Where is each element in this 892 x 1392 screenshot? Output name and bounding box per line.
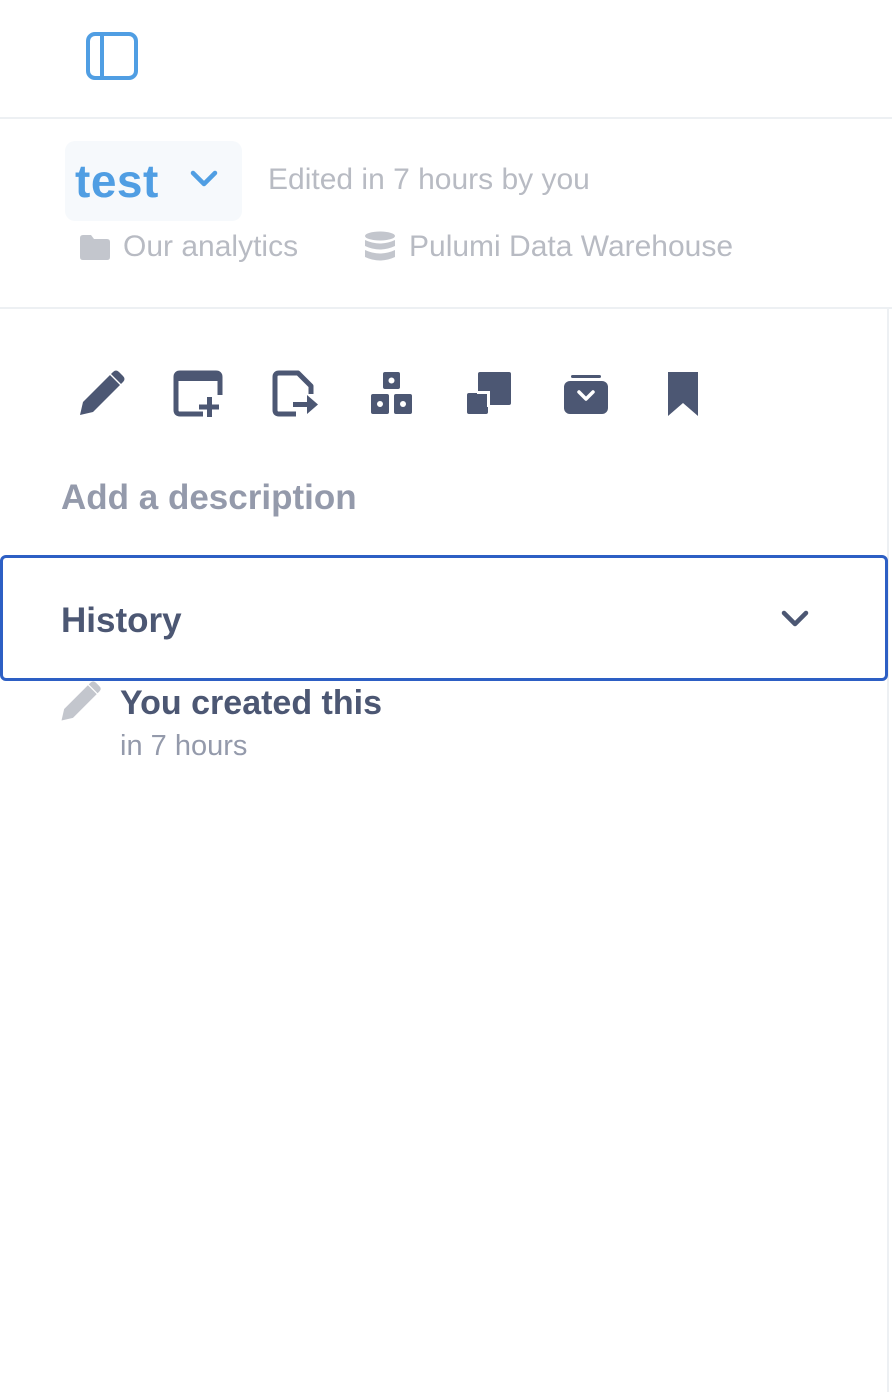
- database-name: Pulumi Data Warehouse: [409, 230, 734, 263]
- archive-button[interactable]: [545, 362, 642, 426]
- chevron-down-icon: [190, 170, 218, 187]
- pencil-icon: [80, 370, 125, 415]
- add-to-dashboard-button[interactable]: [157, 362, 254, 426]
- history-event: You created this in 7 hours: [58, 680, 858, 770]
- description-field[interactable]: Add a description: [61, 478, 357, 518]
- duplicate-button[interactable]: [448, 362, 545, 426]
- folder-icon: [80, 235, 110, 260]
- sidebar-toggle-button[interactable]: [84, 30, 140, 82]
- edit-button[interactable]: [60, 362, 157, 426]
- sidebar-panel-icon: [86, 32, 138, 80]
- question-title-button[interactable]: test: [65, 141, 242, 221]
- history-event-title: You created this: [120, 684, 382, 722]
- move-button[interactable]: [254, 362, 351, 426]
- top-bar: [0, 0, 892, 119]
- question-header: test Edited in 7 hours by you Our analyt…: [0, 119, 892, 309]
- divider: [887, 309, 889, 1392]
- turn-into-model-button[interactable]: [351, 362, 448, 426]
- history-event-time: in 7 hours: [120, 730, 248, 762]
- bookmark-button[interactable]: [642, 362, 739, 426]
- bookmark-icon: [668, 372, 698, 416]
- add-to-dashboard-icon: [173, 370, 223, 417]
- database-icon: [365, 231, 395, 261]
- move-icon: [272, 370, 318, 417]
- collection-name: Our analytics: [123, 230, 299, 263]
- duplicate-icon: [467, 372, 511, 414]
- archive-icon: [564, 375, 608, 414]
- add-to-model-icon: [371, 372, 412, 414]
- question-title: test: [75, 155, 159, 207]
- history-section-toggle[interactable]: History: [0, 555, 888, 681]
- database-link[interactable]: Pulumi Data Warehouse: [363, 230, 733, 264]
- pencil-icon: [61, 681, 101, 721]
- action-toolbar: [60, 362, 739, 426]
- last-edited-info[interactable]: Edited in 7 hours by you: [268, 163, 590, 197]
- chevron-down-icon: [781, 610, 809, 627]
- question-sidebar: test Edited in 7 hours by you Our analyt…: [0, 0, 892, 1392]
- history-heading: History: [61, 601, 182, 640]
- collection-link[interactable]: Our analytics: [79, 230, 298, 264]
